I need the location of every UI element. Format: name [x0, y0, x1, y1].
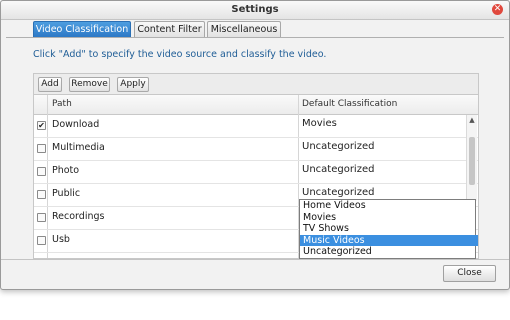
tab-miscellaneous[interactable]: Miscellaneous — [207, 21, 281, 37]
row-checkbox[interactable]: ✔ — [37, 121, 46, 130]
dropdown-option-highlighted[interactable]: Music Videos — [300, 234, 478, 246]
dropdown-option[interactable]: TV Shows — [300, 223, 478, 235]
dropdown-option[interactable]: Uncategorized — [300, 246, 478, 258]
classification-cell[interactable]: Uncategorized — [302, 187, 374, 198]
table-toolbar: Add Remove Apply — [33, 73, 479, 95]
dropdown-option[interactable]: Movies — [300, 212, 478, 224]
scroll-up-arrow-icon[interactable]: ▲ — [467, 115, 477, 125]
scrollbar-thumb[interactable] — [469, 137, 475, 185]
path-cell: Download — [52, 119, 100, 130]
row-checkbox[interactable] — [37, 236, 46, 245]
table-row[interactable]: ✔ Download Movies — [34, 114, 478, 138]
instructions-text: Click "Add" to specify the video source … — [33, 49, 327, 60]
table-row[interactable]: Photo Uncategorized — [34, 160, 478, 184]
settings-dialog: Settings ✕ Video Classification Content … — [0, 0, 510, 290]
column-header-classification[interactable]: Default Classification — [302, 99, 397, 109]
classification-dropdown[interactable]: Home Videos Movies TV Shows Music Videos… — [299, 199, 478, 259]
path-cell: Recordings — [52, 211, 105, 222]
column-header-path[interactable]: Path — [52, 99, 72, 109]
tab-divider — [6, 37, 504, 38]
path-cell: Public — [52, 188, 81, 199]
row-checkbox[interactable] — [37, 144, 46, 153]
classification-cell[interactable]: Uncategorized — [302, 164, 374, 175]
footer-divider — [1, 259, 509, 260]
add-button[interactable]: Add — [38, 77, 62, 92]
path-cell: Usb — [52, 234, 70, 245]
dropdown-option[interactable]: Home Videos — [300, 200, 478, 212]
classification-cell[interactable]: Uncategorized — [302, 141, 374, 152]
classification-cell[interactable]: Movies — [302, 118, 337, 129]
tab-video-classification[interactable]: Video Classification — [33, 21, 131, 37]
close-icon[interactable]: ✕ — [492, 4, 503, 15]
window-title: Settings — [231, 4, 279, 15]
close-button[interactable]: Close — [443, 265, 496, 282]
table-scrollbar[interactable]: ▲ — [466, 115, 477, 201]
table-header: Path Default Classification — [34, 95, 478, 115]
title-bar: Settings ✕ — [1, 1, 509, 20]
table-row[interactable]: Multimedia Uncategorized — [34, 137, 478, 161]
row-checkbox[interactable] — [37, 190, 46, 199]
apply-button[interactable]: Apply — [117, 77, 149, 92]
path-cell: Photo — [52, 165, 80, 176]
row-checkbox[interactable] — [37, 167, 46, 176]
remove-button[interactable]: Remove — [69, 77, 110, 92]
path-cell: Multimedia — [52, 142, 105, 153]
tab-content-filter[interactable]: Content Filter — [134, 21, 205, 37]
row-checkbox[interactable] — [37, 213, 46, 222]
